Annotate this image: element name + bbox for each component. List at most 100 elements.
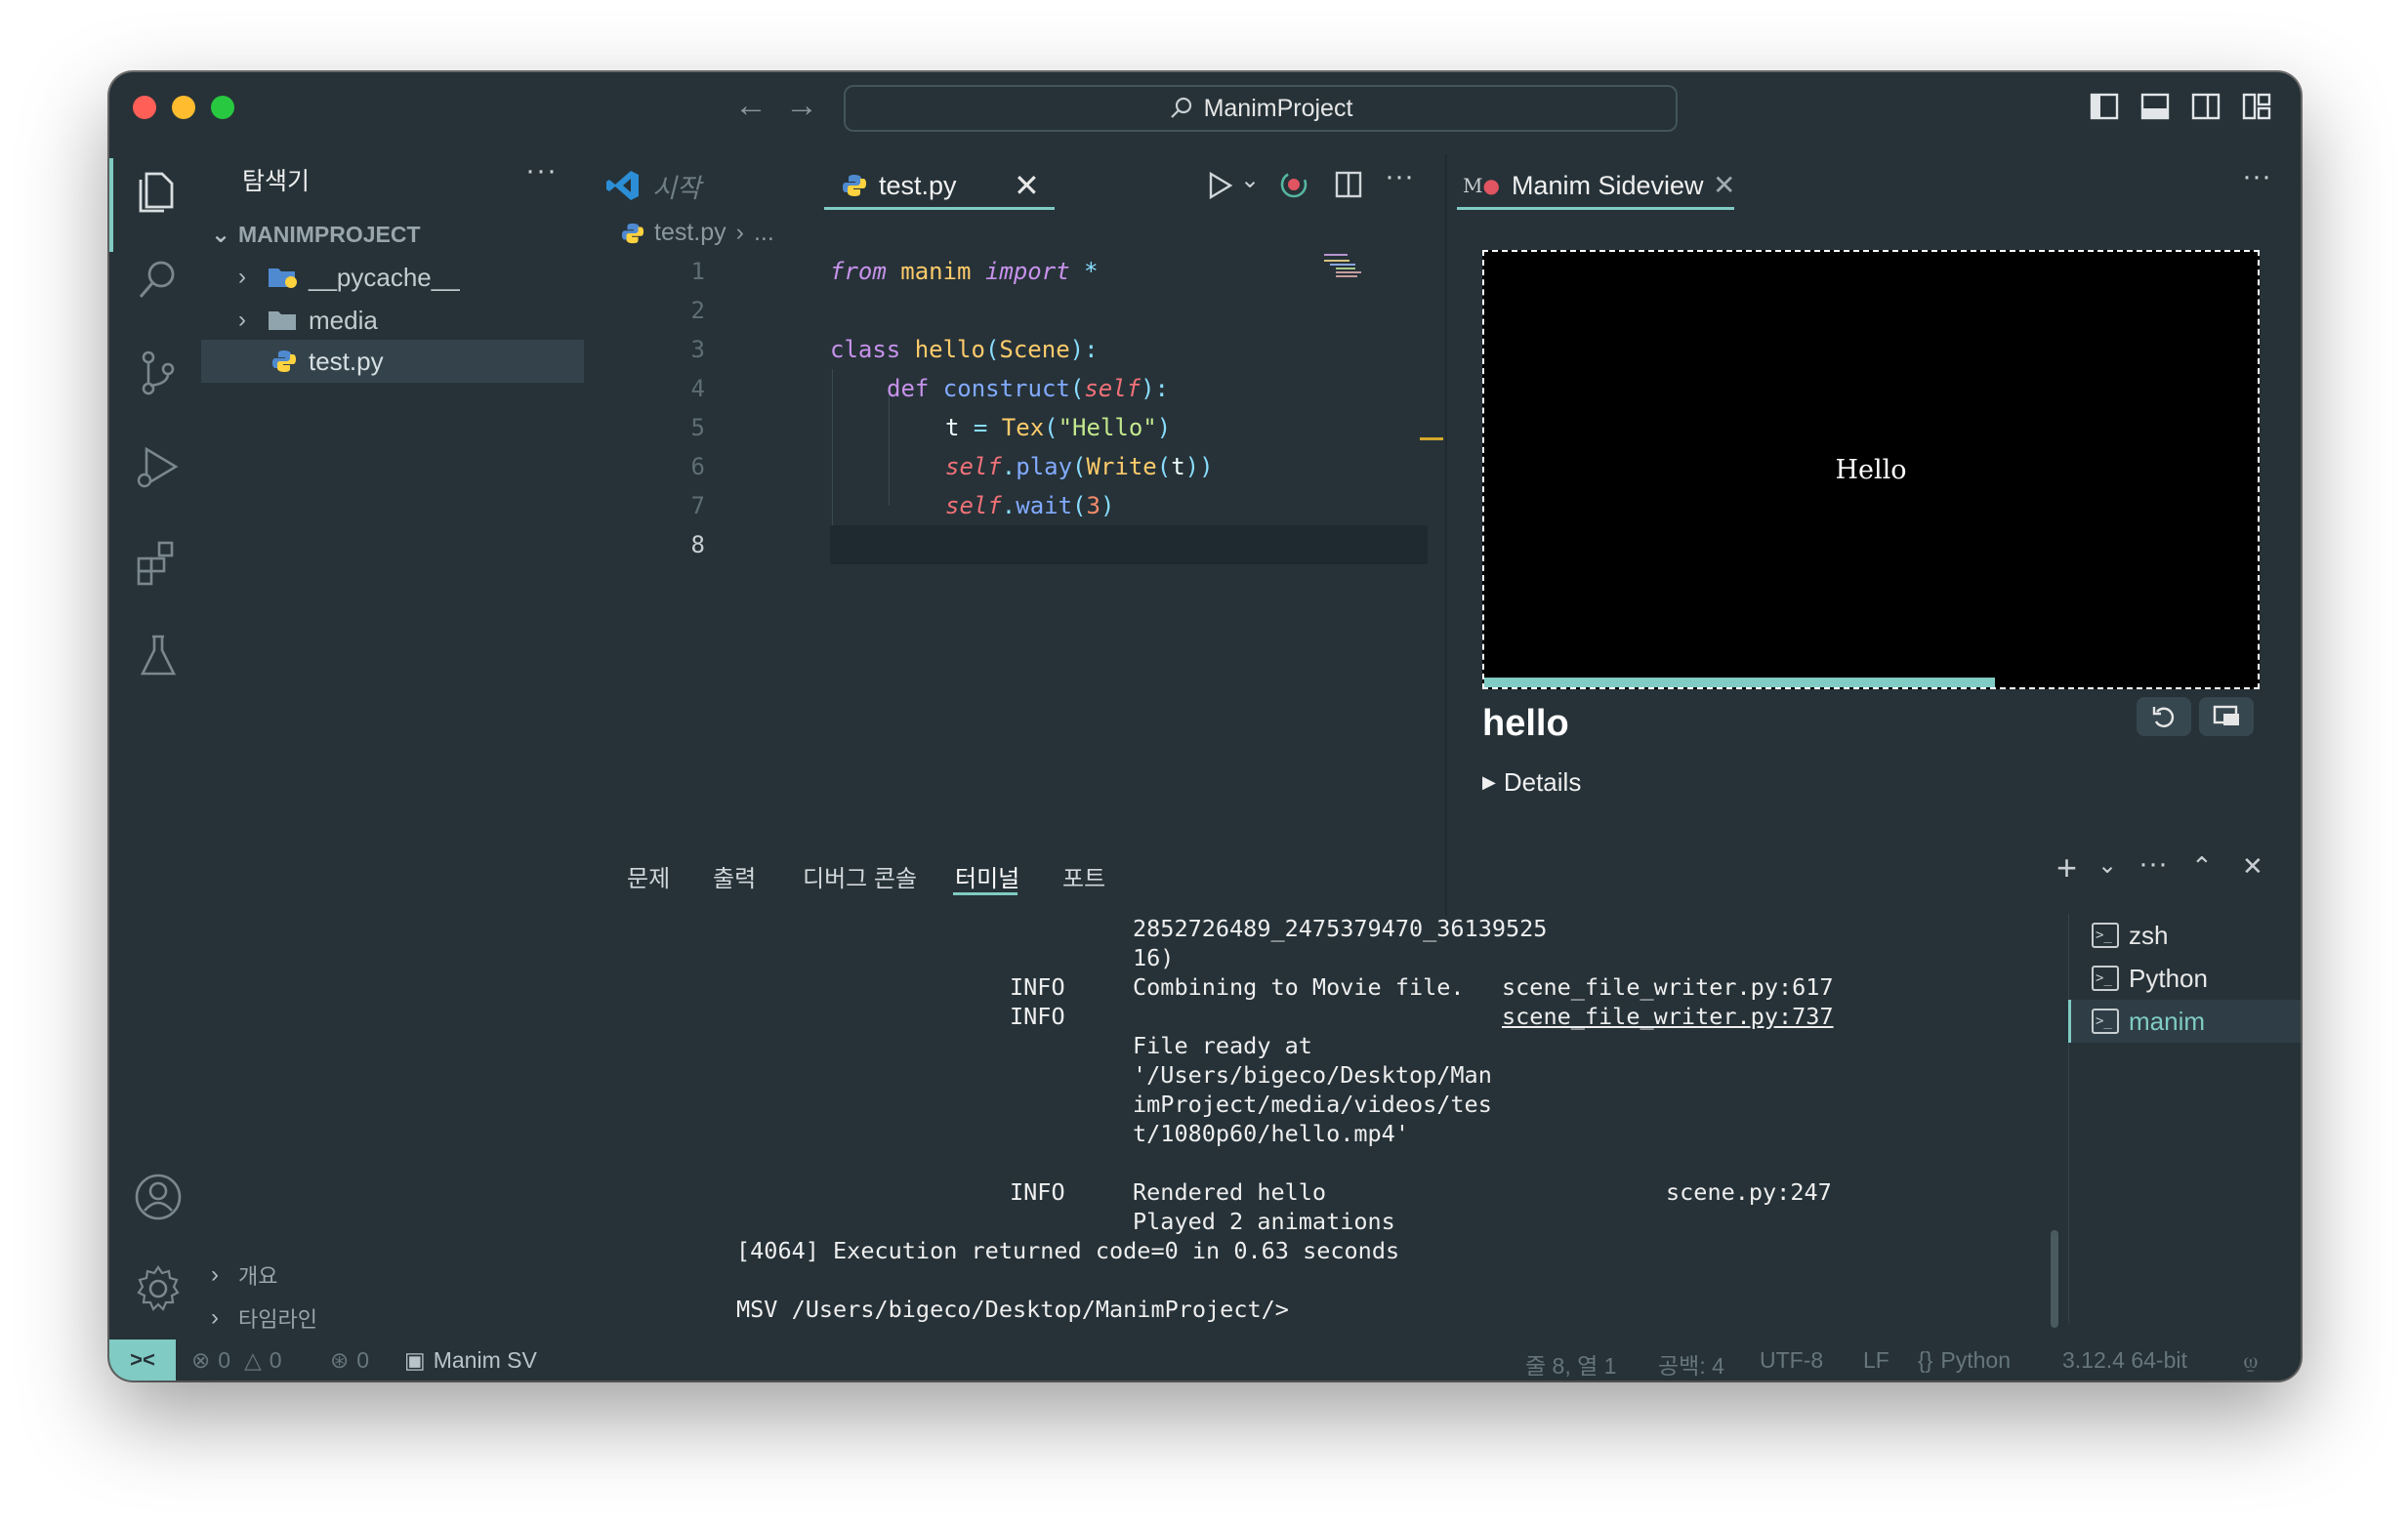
explorer-more-actions-icon[interactable]: ···	[525, 154, 558, 187]
warning-count: 0	[269, 1347, 282, 1373]
code-editor[interactable]: 1 2 3 4 5 6 7 8 from manim import * clas…	[656, 252, 1457, 916]
terminal-scrollbar[interactable]	[2051, 1230, 2058, 1328]
testing-flask-icon[interactable]	[133, 631, 184, 681]
outline-section[interactable]: › 개요	[211, 1254, 277, 1297]
maximize-window-button[interactable]	[211, 96, 234, 119]
terminal-source-link[interactable]: scene_file_writer.py:617	[1502, 972, 1834, 1002]
tab-output[interactable]: 출력	[713, 859, 756, 893]
search-icon[interactable]	[133, 254, 184, 305]
indentation-status[interactable]: 공백: 4	[1658, 1347, 1724, 1381]
window-title: ManimProject	[1203, 94, 1353, 122]
terminal-output[interactable]: 2852726489_2475379470_36139525 16) INFO …	[617, 914, 2160, 1324]
panel-more-actions-icon[interactable]: ···	[2138, 847, 2168, 881]
chevron-right-icon: ›	[211, 1304, 219, 1331]
terminal-item-zsh[interactable]: >_ zsh	[2092, 914, 2168, 957]
minimap[interactable]	[1324, 252, 1392, 281]
sideview-more-actions-icon[interactable]: ···	[2242, 160, 2271, 193]
back-arrow-icon[interactable]: ←	[734, 86, 768, 125]
tab-manim-sideview[interactable]: M● Manim Sideview	[1463, 160, 1704, 211]
terminal-line: imProject/media/videos/tes	[1133, 1091, 1492, 1118]
notifications-bell-icon[interactable]: ⍹	[2244, 1347, 2258, 1374]
tree-item-pycache[interactable]: › __pycache__	[238, 256, 460, 299]
terminal-line: Played 2 animations	[1133, 1208, 1395, 1235]
close-tab-icon[interactable]: ✕	[1014, 160, 1040, 211]
split-editor-icon[interactable]	[1334, 170, 1363, 199]
playback-progress-track[interactable]	[1484, 678, 2258, 687]
run-debug-icon[interactable]	[133, 441, 184, 492]
breadcrumb-file[interactable]: test.py	[654, 219, 727, 247]
explorer-title: 탐색기	[242, 168, 311, 195]
close-tab-icon[interactable]: ✕	[1713, 160, 1735, 211]
toggle-primary-sidebar-icon[interactable]	[2090, 92, 2119, 121]
remote-indicator[interactable]: ><	[109, 1340, 176, 1381]
tab-welcome[interactable]: 시작	[605, 160, 701, 211]
manim-render-icon[interactable]	[1277, 168, 1310, 201]
editor-more-actions-icon[interactable]: ···	[1385, 160, 1414, 193]
chevron-right-icon: ›	[735, 219, 744, 246]
terminal-line: [4064] Execution returned code=0 in 0.63…	[736, 1237, 1400, 1264]
terminal-options-chevron-icon[interactable]: ⌄	[2097, 851, 2117, 880]
terminal-line: t/1080p60/hello.mp4'	[1133, 1120, 1409, 1147]
tree-item-media[interactable]: › media	[238, 299, 378, 342]
tree-item-test-py[interactable]: test.py	[271, 340, 384, 383]
tab-test-py[interactable]: test.py	[842, 160, 957, 211]
terminal-item-python[interactable]: >_ Python	[2092, 957, 2208, 1000]
forward-arrow-icon[interactable]: →	[785, 86, 818, 125]
command-center-search[interactable]: ManimProject	[844, 85, 1678, 132]
breadcrumb-symbols[interactable]: ...	[754, 219, 774, 247]
problems-status[interactable]: ⊗ 0 △ 0	[191, 1347, 282, 1374]
encoding-status[interactable]: UTF-8	[1760, 1347, 1823, 1374]
run-options-chevron-icon[interactable]: ⌄	[1240, 166, 1260, 194]
line-number: 8	[690, 531, 705, 558]
replay-button[interactable]	[2137, 697, 2191, 736]
toggle-panel-icon[interactable]	[2140, 92, 2170, 121]
account-icon[interactable]	[133, 1172, 184, 1222]
port-count: 0	[356, 1347, 370, 1373]
terminal-line: 2852726489_2475379470_36139525	[1133, 915, 1548, 942]
source-control-icon[interactable]	[133, 348, 184, 398]
python-file-icon	[621, 223, 644, 243]
manim-status[interactable]: ▣ Manim SV	[404, 1347, 537, 1374]
project-root-header[interactable]: ⌄ MANIMPROJECT	[211, 213, 421, 256]
code-line-6: self.play(Write(t))	[945, 453, 1214, 480]
terminal-source-link[interactable]: scene_file_writer.py:737	[1502, 1002, 1834, 1031]
terminal-source-link[interactable]: scene.py:247	[1666, 1177, 1832, 1207]
settings-gear-icon[interactable]	[133, 1263, 184, 1314]
open-external-button[interactable]	[2199, 697, 2254, 736]
interpreter-status[interactable]: 3.12.4 64-bit	[2062, 1347, 2187, 1374]
preview-text: Hello	[1835, 454, 1907, 485]
ports-status[interactable]: ⊛ 0	[330, 1347, 369, 1374]
explorer-files-icon[interactable]	[133, 164, 184, 215]
error-icon: ⊗	[191, 1347, 211, 1373]
maximize-panel-icon[interactable]: ⌄	[2191, 849, 2213, 880]
tab-ports[interactable]: 포트	[1062, 859, 1105, 893]
section-label: 타임라인	[238, 1307, 317, 1332]
tab-label: Manim Sideview	[1511, 170, 1704, 200]
language-status[interactable]: {} Python	[1918, 1347, 2011, 1374]
video-preview[interactable]: Hello	[1482, 250, 2260, 689]
tab-debug-console[interactable]: 디버그 콘솔	[803, 859, 917, 893]
close-window-button[interactable]	[133, 96, 156, 119]
active-tab-underline	[1457, 207, 1734, 210]
new-terminal-icon[interactable]: +	[2056, 847, 2077, 888]
details-disclosure[interactable]: ▶ Details	[1482, 767, 1581, 798]
timeline-section[interactable]: › 타임라인	[211, 1297, 317, 1340]
terminal-prompt: MSV /Users/bigeco/Desktop/ManimProject/>	[736, 1296, 1289, 1323]
tab-problems[interactable]: 문제	[627, 859, 670, 893]
eol-status[interactable]: LF	[1863, 1347, 1889, 1374]
error-count: 0	[218, 1347, 231, 1373]
terminal-item-label: manim	[2129, 1006, 2206, 1036]
toggle-secondary-sidebar-icon[interactable]	[2191, 92, 2221, 121]
run-file-icon[interactable]	[1205, 170, 1234, 201]
customize-layout-icon[interactable]	[2242, 92, 2271, 121]
tab-terminal[interactable]: 터미널	[955, 859, 1019, 893]
close-panel-icon[interactable]: ✕	[2242, 851, 2263, 882]
code-line-4: def construct(self):	[887, 375, 1170, 402]
minimize-window-button[interactable]	[172, 96, 195, 119]
extensions-icon[interactable]	[133, 537, 184, 588]
line-number: 1	[690, 258, 705, 285]
terminal-item-manim[interactable]: >_ manim	[2092, 1000, 2205, 1043]
details-label: Details	[1503, 767, 1582, 797]
cursor-position[interactable]: 줄 8, 열 1	[1525, 1347, 1616, 1381]
line-number: 2	[690, 297, 705, 324]
